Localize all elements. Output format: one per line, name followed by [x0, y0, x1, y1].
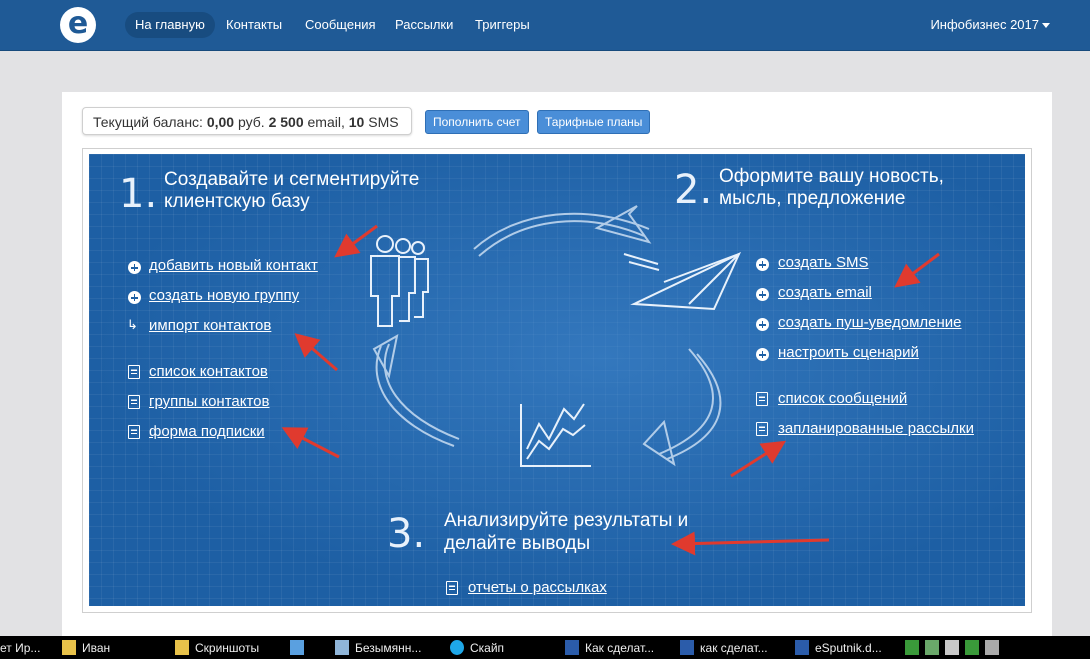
create-sms-link[interactable]: создать SMS [778, 254, 869, 272]
taskbar-item-label: как сделат... [700, 641, 768, 655]
tray-icon [945, 640, 959, 655]
create-group-link[interactable]: создать новую группу [149, 287, 299, 305]
paper-plane-icon [623, 251, 742, 311]
list-icon [756, 422, 768, 436]
list-icon [756, 392, 768, 406]
taskbar-item-label: Скриншоты [195, 641, 260, 655]
taskbar-item-label: eSputnik.d... [815, 641, 882, 655]
message-list-link[interactable]: список сообщений [778, 390, 907, 408]
red-arrows [281, 224, 940, 556]
plus-icon [128, 291, 141, 304]
plus-icon [756, 288, 769, 301]
word-icon [795, 640, 809, 655]
step-1-title-line1: Создавайте и сегментируйте [164, 169, 420, 190]
step-3-title-line1: Анализируйте результаты и [444, 510, 689, 531]
skype-icon [450, 640, 464, 655]
step-3-number: 3. [387, 511, 426, 557]
plus-icon [128, 261, 141, 274]
tray-icon [985, 640, 999, 655]
step-2-title-line1: Оформите вашу новость, [719, 166, 944, 187]
list-icon [128, 395, 140, 409]
nav-home[interactable]: На главную [125, 12, 215, 38]
list-icon [446, 581, 458, 595]
step-3-title-line2: делайте выводы [444, 533, 591, 554]
taskbar-item[interactable]: ет Ир... [0, 640, 40, 657]
nav-contacts[interactable]: Контакты [216, 12, 292, 38]
create-email-link[interactable]: создать email [778, 284, 872, 302]
import-contacts-link[interactable]: импорт контактов [149, 317, 271, 335]
caret-down-icon [1042, 23, 1050, 29]
balance-amount: 0,00 [206, 114, 235, 130]
growth-chart-icon [520, 403, 591, 467]
taskbar-item[interactable]: Иван [62, 640, 110, 657]
tray-icon [965, 640, 979, 655]
people-icon [370, 235, 429, 327]
plus-icon [756, 258, 769, 271]
taskbar-item[interactable]: eSputnik.d... [795, 640, 882, 657]
nav-triggers[interactable]: Триггеры [465, 12, 540, 38]
add-contact-link[interactable]: добавить новый контакт [149, 257, 318, 275]
create-push-link[interactable]: создать пуш-уведомление [778, 314, 961, 332]
mailing-reports-link[interactable]: отчеты о рассылках [468, 579, 607, 597]
taskbar-item[interactable]: Безымянн... [335, 640, 421, 657]
step-2-number: 2. [674, 167, 713, 213]
word-icon [680, 640, 694, 655]
plus-icon [756, 348, 769, 361]
account-name: Инфобизнес 2017 [930, 17, 1039, 32]
tray-icon [905, 640, 919, 655]
contact-list-link[interactable]: список контактов [149, 363, 268, 381]
taskbar-item-label: ет Ир... [0, 641, 41, 655]
plans-button[interactable]: Тарифные планы [537, 110, 651, 134]
taskbar-item[interactable]: Скайп [450, 640, 504, 657]
tray-icon [925, 640, 939, 655]
app-icon [290, 640, 304, 655]
taskbar-item-label: Безымянн... [355, 641, 422, 655]
taskbar-item-label: Иван [82, 641, 111, 655]
contact-groups-link[interactable]: группы контактов [149, 393, 269, 411]
list-icon [128, 425, 140, 439]
taskbar-item[interactable] [290, 640, 310, 657]
scheduled-mailings-link[interactable]: запланированные рассылки [778, 420, 974, 438]
logo[interactable]: e [60, 7, 96, 43]
plus-icon [756, 318, 769, 331]
balance-box: Текущий баланс: 0,00 руб. 2 500 email, 1… [82, 107, 412, 135]
sms-unit: SMS [368, 114, 399, 130]
taskbar-item[interactable]: Скриншоты [175, 640, 259, 657]
step-1-title-line2: клиентскую базу [164, 191, 310, 212]
workflow-board: 1. Создавайте и сегментируйте клиентскую… [89, 154, 1025, 606]
folder-icon [62, 640, 76, 655]
nav-messages[interactable]: Сообщения [295, 12, 386, 38]
import-icon: ↳ [127, 317, 138, 332]
nav-mailings[interactable]: Рассылки [385, 12, 463, 38]
taskbar-item-label: Скайп [470, 641, 505, 655]
paint-icon [335, 640, 349, 655]
top-navbar: e На главную Контакты Сообщения Рассылки… [0, 0, 1090, 51]
email-count: 2 500 [268, 114, 304, 130]
os-taskbar: ет Ир... Иван Скриншоты Безымянн... Скай… [0, 636, 1090, 659]
balance-label: Текущий баланс: [93, 114, 203, 130]
folder-icon [175, 640, 189, 655]
list-icon [128, 365, 140, 379]
cycle-arrows [372, 205, 722, 467]
taskbar-item[interactable]: как сделат... [680, 640, 768, 657]
word-icon [565, 640, 579, 655]
balance-currency: руб. [237, 114, 265, 130]
taskbar-item[interactable]: Как сделат... [565, 640, 654, 657]
tray-icons[interactable] [905, 640, 1005, 657]
subscribe-form-link[interactable]: форма подписки [149, 423, 265, 441]
taskbar-item-label: Как сделат... [585, 641, 655, 655]
account-menu[interactable]: Инфобизнес 2017 [930, 12, 1050, 38]
logo-letter: e [67, 6, 89, 41]
topup-button[interactable]: Пополнить счет [425, 110, 529, 134]
email-unit: email, [307, 114, 345, 130]
sms-count: 10 [348, 114, 365, 130]
step-1-number: 1. [119, 171, 158, 217]
step-2-title-line2: мысль, предложение [719, 188, 906, 209]
setup-scenario-link[interactable]: настроить сценарий [778, 344, 919, 362]
